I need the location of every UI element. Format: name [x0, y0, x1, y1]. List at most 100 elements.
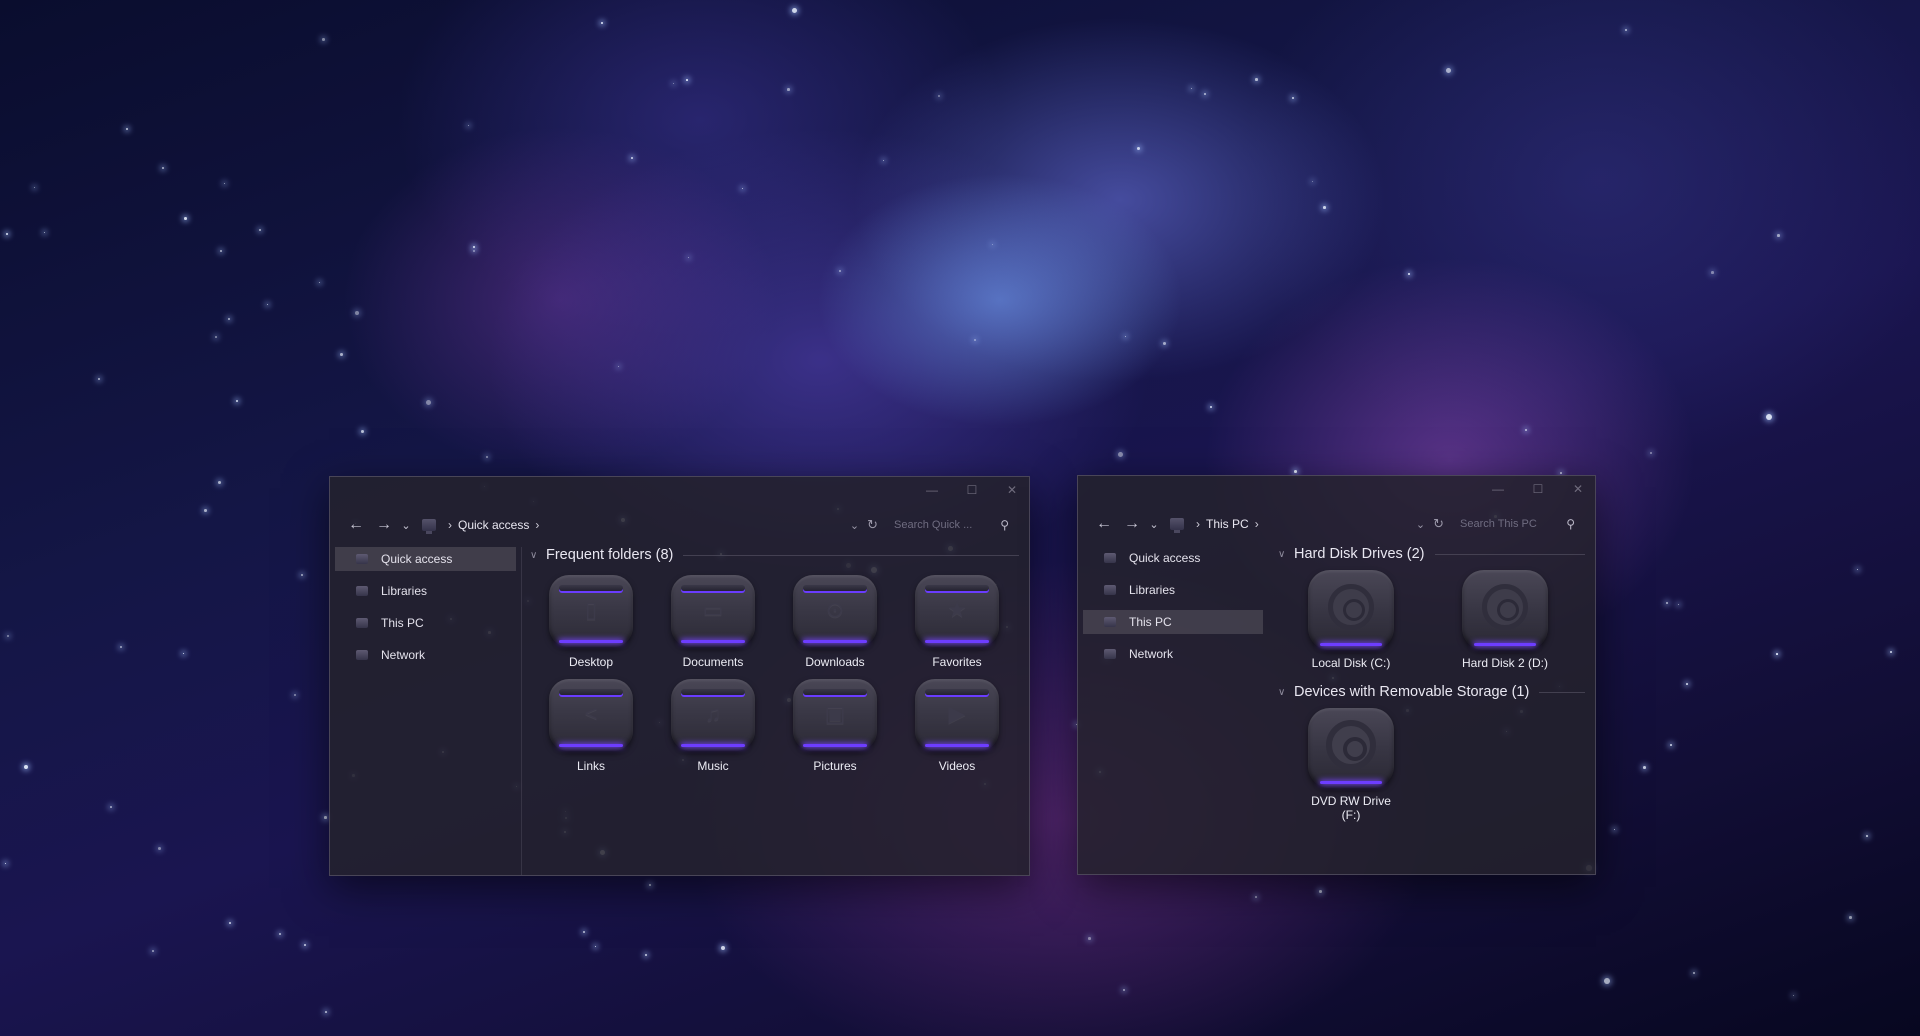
minimize-button[interactable]: —: [1489, 480, 1507, 498]
folder-grid: ▯ Desktop ▭ Documents ⊙ Downloads ★ Favo…: [530, 575, 1021, 773]
address-bar[interactable]: ← → ⌄ › Quick access › ⌄ ↻ ⚲: [330, 507, 1029, 543]
sidebar-item-network[interactable]: Network: [335, 643, 516, 667]
star: [34, 187, 35, 188]
file-explorer-quick-access-window[interactable]: — ☐ ✕ ← → ⌄ › Quick access › ⌄ ↻ ⚲ Quick…: [329, 476, 1030, 876]
search-icon[interactable]: ⚲: [1000, 518, 1009, 532]
sidebar-item-network[interactable]: Network: [1083, 642, 1263, 666]
search-box[interactable]: ⚲: [1460, 517, 1575, 531]
star: [1292, 97, 1295, 100]
sidebar-item-label: Libraries: [1129, 583, 1176, 597]
minimize-button[interactable]: —: [923, 481, 941, 499]
star: [742, 188, 744, 190]
recent-locations-chevron-icon[interactable]: ⌄: [1146, 518, 1162, 531]
folder-tile-downloads[interactable]: ⊙ Downloads: [774, 575, 896, 669]
star: [218, 481, 221, 484]
sidebar-item-quick-access[interactable]: Quick access: [335, 547, 516, 571]
group-collapse-chevron-icon[interactable]: ∨: [530, 550, 546, 561]
breadcrumb-quick-access[interactable]: Quick access: [458, 518, 529, 532]
star: [184, 217, 187, 220]
dvd-drive-icon: [1308, 708, 1394, 788]
star: [98, 378, 101, 381]
star: [649, 884, 652, 887]
title-bar[interactable]: — ☐ ✕: [330, 477, 1029, 505]
folder-label: Documents: [682, 655, 744, 669]
drive-label: Hard Disk 2 (D:): [1461, 656, 1548, 670]
star: [162, 167, 165, 170]
group-header-hard-disk-drives[interactable]: ∨ Hard Disk Drives (2): [1274, 542, 1587, 566]
recent-locations-chevron-icon[interactable]: ⌄: [398, 519, 414, 532]
star: [673, 83, 675, 85]
star: [1643, 766, 1646, 769]
star: [1650, 452, 1652, 454]
breadcrumb-this-pc[interactable]: This PC: [1206, 517, 1249, 531]
search-icon[interactable]: ⚲: [1566, 517, 1575, 531]
sidebar-item-this-pc[interactable]: This PC: [335, 611, 516, 635]
address-dropdown-icon[interactable]: ⌄: [850, 519, 859, 532]
sidebar-item-this-pc[interactable]: This PC: [1083, 610, 1263, 634]
search-box[interactable]: ⚲: [894, 518, 1009, 532]
folder-tile-favorites[interactable]: ★ Favorites: [896, 575, 1018, 669]
breadcrumb-chevron-icon[interactable]: ›: [448, 518, 452, 532]
star: [426, 400, 432, 406]
folder-label: Favorites: [932, 655, 982, 669]
folder-label: Desktop: [568, 655, 614, 669]
group-header-removable-storage[interactable]: ∨ Devices with Removable Storage (1): [1274, 680, 1587, 704]
folder-tile-links[interactable]: < Links: [530, 679, 652, 773]
star: [1604, 978, 1610, 984]
star: [1857, 569, 1859, 571]
folder-tile-videos[interactable]: ▶ Videos: [896, 679, 1018, 773]
drive-tile-dvd-rw-f[interactable]: DVD RW Drive (F:): [1274, 708, 1428, 822]
breadcrumb-chevron-icon[interactable]: ›: [535, 518, 539, 532]
star: [1678, 604, 1680, 606]
drive-tile-local-disk-c[interactable]: Local Disk (C:): [1274, 570, 1428, 670]
star: [152, 950, 154, 952]
star: [583, 931, 586, 934]
star: [1323, 206, 1326, 209]
star: [1866, 835, 1868, 837]
refresh-icon[interactable]: ↻: [867, 517, 878, 533]
file-explorer-this-pc-window[interactable]: — ☐ ✕ ← → ⌄ › This PC › ⌄ ↻ ⚲ Quick acce…: [1077, 475, 1596, 875]
maximize-button[interactable]: ☐: [963, 481, 981, 499]
music-folder-icon: ♫: [671, 679, 755, 751]
star: [7, 635, 9, 637]
folder-tile-documents[interactable]: ▭ Documents: [652, 575, 774, 669]
star: [473, 250, 475, 252]
forward-arrow-icon[interactable]: →: [1118, 515, 1146, 533]
drive-tile-hard-disk-d[interactable]: Hard Disk 2 (D:): [1428, 570, 1582, 670]
close-button[interactable]: ✕: [1569, 480, 1587, 498]
address-bar[interactable]: ← → ⌄ › This PC › ⌄ ↻ ⚲: [1078, 506, 1595, 542]
star: [1446, 68, 1452, 74]
star: [24, 765, 29, 770]
group-collapse-chevron-icon[interactable]: ∨: [1278, 549, 1294, 560]
star: [294, 694, 297, 697]
refresh-icon[interactable]: ↻: [1433, 516, 1444, 532]
star: [883, 160, 885, 162]
sidebar-item-libraries[interactable]: Libraries: [1083, 578, 1263, 602]
folder-tile-music[interactable]: ♫ Music: [652, 679, 774, 773]
network-icon: [1104, 649, 1116, 659]
forward-arrow-icon[interactable]: →: [370, 516, 398, 534]
title-bar[interactable]: — ☐ ✕: [1078, 476, 1595, 504]
close-button[interactable]: ✕: [1003, 481, 1021, 499]
star: [228, 318, 231, 321]
star: [1670, 744, 1672, 746]
sidebar-item-quick-access[interactable]: Quick access: [1083, 546, 1263, 570]
group-collapse-chevron-icon[interactable]: ∨: [1278, 687, 1294, 698]
breadcrumb-chevron-icon[interactable]: ›: [1255, 517, 1259, 531]
sidebar-item-libraries[interactable]: Libraries: [335, 579, 516, 603]
breadcrumb-chevron-icon[interactable]: ›: [1196, 517, 1200, 531]
folder-tile-desktop[interactable]: ▯ Desktop: [530, 575, 652, 669]
star: [319, 282, 321, 284]
group-header-frequent-folders[interactable]: ∨ Frequent folders (8): [526, 543, 1021, 567]
search-input[interactable]: [1460, 518, 1567, 530]
address-dropdown-icon[interactable]: ⌄: [1416, 518, 1425, 531]
maximize-button[interactable]: ☐: [1529, 480, 1547, 498]
star: [110, 806, 112, 808]
search-input[interactable]: [894, 519, 1001, 531]
libraries-icon: [356, 586, 368, 596]
folder-tile-pictures[interactable]: ▣ Pictures: [774, 679, 896, 773]
back-arrow-icon[interactable]: ←: [342, 516, 370, 534]
star: [1793, 995, 1795, 997]
back-arrow-icon[interactable]: ←: [1090, 515, 1118, 533]
star: [1294, 470, 1297, 473]
